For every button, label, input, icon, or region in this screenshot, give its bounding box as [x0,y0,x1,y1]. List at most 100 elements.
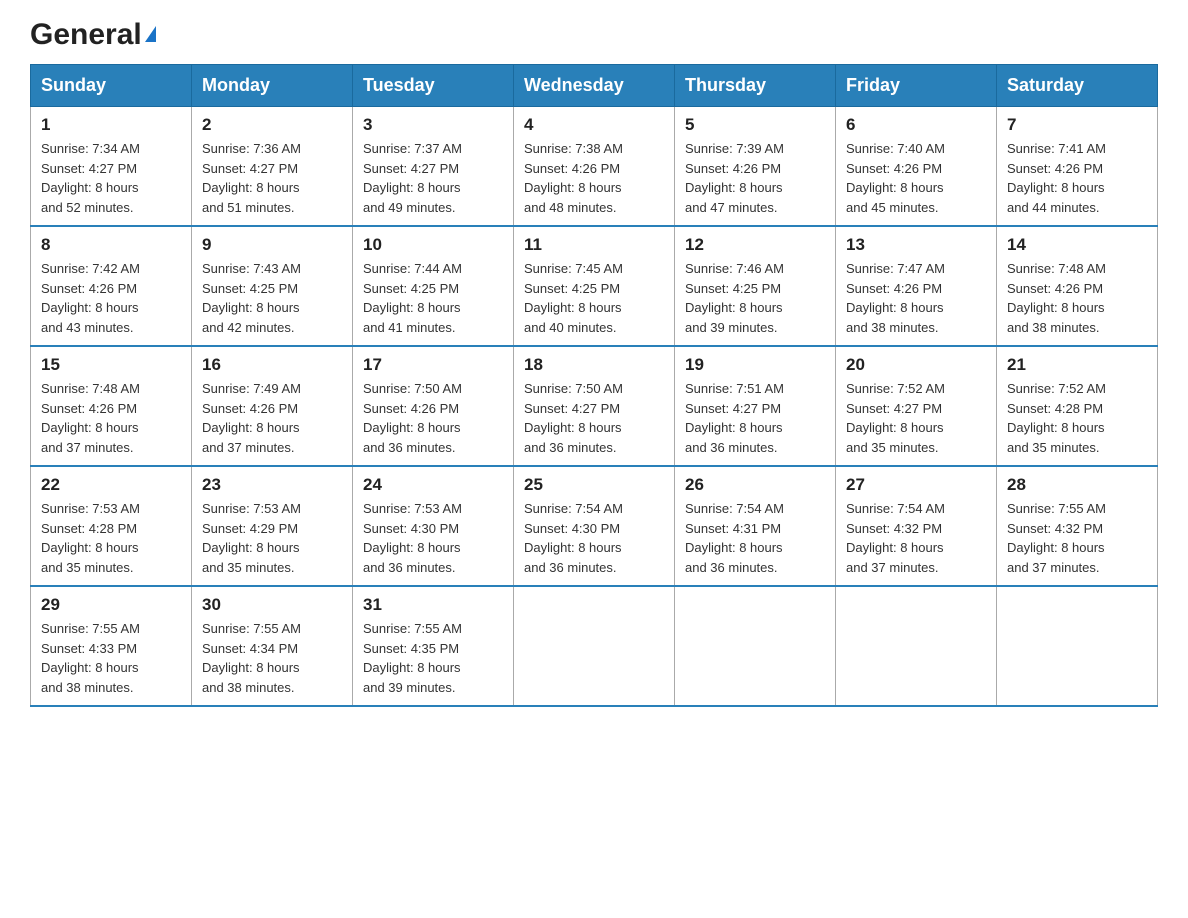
header-sunday: Sunday [31,65,192,107]
calendar-cell [675,586,836,706]
calendar-table: SundayMondayTuesdayWednesdayThursdayFrid… [30,64,1158,707]
day-number: 15 [41,355,181,375]
day-number: 5 [685,115,825,135]
day-number: 22 [41,475,181,495]
day-info: Sunrise: 7:38 AM Sunset: 4:26 PM Dayligh… [524,141,623,215]
day-info: Sunrise: 7:55 AM Sunset: 4:34 PM Dayligh… [202,621,301,695]
day-number: 19 [685,355,825,375]
calendar-cell: 5 Sunrise: 7:39 AM Sunset: 4:26 PM Dayli… [675,107,836,227]
calendar-cell: 17 Sunrise: 7:50 AM Sunset: 4:26 PM Dayl… [353,346,514,466]
day-info: Sunrise: 7:34 AM Sunset: 4:27 PM Dayligh… [41,141,140,215]
calendar-cell: 7 Sunrise: 7:41 AM Sunset: 4:26 PM Dayli… [997,107,1158,227]
calendar-cell [997,586,1158,706]
day-number: 13 [846,235,986,255]
calendar-cell: 27 Sunrise: 7:54 AM Sunset: 4:32 PM Dayl… [836,466,997,586]
calendar-cell: 14 Sunrise: 7:48 AM Sunset: 4:26 PM Dayl… [997,226,1158,346]
header: General [30,20,1158,46]
header-saturday: Saturday [997,65,1158,107]
calendar-week-row: 1 Sunrise: 7:34 AM Sunset: 4:27 PM Dayli… [31,107,1158,227]
calendar-cell: 12 Sunrise: 7:46 AM Sunset: 4:25 PM Dayl… [675,226,836,346]
calendar-cell: 3 Sunrise: 7:37 AM Sunset: 4:27 PM Dayli… [353,107,514,227]
day-number: 4 [524,115,664,135]
day-number: 1 [41,115,181,135]
day-number: 2 [202,115,342,135]
day-number: 27 [846,475,986,495]
calendar-cell: 29 Sunrise: 7:55 AM Sunset: 4:33 PM Dayl… [31,586,192,706]
day-number: 11 [524,235,664,255]
day-number: 16 [202,355,342,375]
day-info: Sunrise: 7:54 AM Sunset: 4:31 PM Dayligh… [685,501,784,575]
calendar-cell: 22 Sunrise: 7:53 AM Sunset: 4:28 PM Dayl… [31,466,192,586]
day-number: 30 [202,595,342,615]
calendar-week-row: 22 Sunrise: 7:53 AM Sunset: 4:28 PM Dayl… [31,466,1158,586]
day-info: Sunrise: 7:49 AM Sunset: 4:26 PM Dayligh… [202,381,301,455]
day-number: 20 [846,355,986,375]
day-info: Sunrise: 7:39 AM Sunset: 4:26 PM Dayligh… [685,141,784,215]
calendar-cell: 4 Sunrise: 7:38 AM Sunset: 4:26 PM Dayli… [514,107,675,227]
calendar-cell: 11 Sunrise: 7:45 AM Sunset: 4:25 PM Dayl… [514,226,675,346]
calendar-cell: 10 Sunrise: 7:44 AM Sunset: 4:25 PM Dayl… [353,226,514,346]
day-number: 24 [363,475,503,495]
calendar-cell: 2 Sunrise: 7:36 AM Sunset: 4:27 PM Dayli… [192,107,353,227]
day-number: 28 [1007,475,1147,495]
day-number: 3 [363,115,503,135]
day-number: 31 [363,595,503,615]
day-info: Sunrise: 7:48 AM Sunset: 4:26 PM Dayligh… [1007,261,1106,335]
calendar-cell: 16 Sunrise: 7:49 AM Sunset: 4:26 PM Dayl… [192,346,353,466]
calendar-cell [514,586,675,706]
day-info: Sunrise: 7:42 AM Sunset: 4:26 PM Dayligh… [41,261,140,335]
day-info: Sunrise: 7:55 AM Sunset: 4:32 PM Dayligh… [1007,501,1106,575]
calendar-cell: 30 Sunrise: 7:55 AM Sunset: 4:34 PM Dayl… [192,586,353,706]
day-number: 25 [524,475,664,495]
logo-triangle-icon [145,26,156,42]
day-number: 6 [846,115,986,135]
day-info: Sunrise: 7:37 AM Sunset: 4:27 PM Dayligh… [363,141,462,215]
calendar-cell: 15 Sunrise: 7:48 AM Sunset: 4:26 PM Dayl… [31,346,192,466]
calendar-cell: 24 Sunrise: 7:53 AM Sunset: 4:30 PM Dayl… [353,466,514,586]
calendar-cell: 28 Sunrise: 7:55 AM Sunset: 4:32 PM Dayl… [997,466,1158,586]
day-number: 9 [202,235,342,255]
day-number: 23 [202,475,342,495]
calendar-cell: 20 Sunrise: 7:52 AM Sunset: 4:27 PM Dayl… [836,346,997,466]
logo-general: General [30,20,142,50]
calendar-cell: 26 Sunrise: 7:54 AM Sunset: 4:31 PM Dayl… [675,466,836,586]
calendar-header-row: SundayMondayTuesdayWednesdayThursdayFrid… [31,65,1158,107]
day-info: Sunrise: 7:52 AM Sunset: 4:28 PM Dayligh… [1007,381,1106,455]
calendar-cell: 31 Sunrise: 7:55 AM Sunset: 4:35 PM Dayl… [353,586,514,706]
day-info: Sunrise: 7:46 AM Sunset: 4:25 PM Dayligh… [685,261,784,335]
calendar-cell: 13 Sunrise: 7:47 AM Sunset: 4:26 PM Dayl… [836,226,997,346]
calendar-week-row: 15 Sunrise: 7:48 AM Sunset: 4:26 PM Dayl… [31,346,1158,466]
logo: General [30,20,156,46]
day-number: 14 [1007,235,1147,255]
calendar-cell: 25 Sunrise: 7:54 AM Sunset: 4:30 PM Dayl… [514,466,675,586]
calendar-week-row: 8 Sunrise: 7:42 AM Sunset: 4:26 PM Dayli… [31,226,1158,346]
calendar-cell [836,586,997,706]
header-friday: Friday [836,65,997,107]
calendar-cell: 8 Sunrise: 7:42 AM Sunset: 4:26 PM Dayli… [31,226,192,346]
day-info: Sunrise: 7:45 AM Sunset: 4:25 PM Dayligh… [524,261,623,335]
day-info: Sunrise: 7:52 AM Sunset: 4:27 PM Dayligh… [846,381,945,455]
calendar-cell: 21 Sunrise: 7:52 AM Sunset: 4:28 PM Dayl… [997,346,1158,466]
header-monday: Monday [192,65,353,107]
day-number: 17 [363,355,503,375]
day-number: 29 [41,595,181,615]
day-info: Sunrise: 7:43 AM Sunset: 4:25 PM Dayligh… [202,261,301,335]
calendar-week-row: 29 Sunrise: 7:55 AM Sunset: 4:33 PM Dayl… [31,586,1158,706]
day-info: Sunrise: 7:55 AM Sunset: 4:33 PM Dayligh… [41,621,140,695]
day-info: Sunrise: 7:53 AM Sunset: 4:30 PM Dayligh… [363,501,462,575]
calendar-cell: 9 Sunrise: 7:43 AM Sunset: 4:25 PM Dayli… [192,226,353,346]
day-number: 8 [41,235,181,255]
day-number: 21 [1007,355,1147,375]
calendar-cell: 18 Sunrise: 7:50 AM Sunset: 4:27 PM Dayl… [514,346,675,466]
day-info: Sunrise: 7:53 AM Sunset: 4:28 PM Dayligh… [41,501,140,575]
header-wednesday: Wednesday [514,65,675,107]
day-info: Sunrise: 7:44 AM Sunset: 4:25 PM Dayligh… [363,261,462,335]
day-number: 7 [1007,115,1147,135]
day-info: Sunrise: 7:55 AM Sunset: 4:35 PM Dayligh… [363,621,462,695]
day-info: Sunrise: 7:48 AM Sunset: 4:26 PM Dayligh… [41,381,140,455]
day-number: 26 [685,475,825,495]
day-info: Sunrise: 7:47 AM Sunset: 4:26 PM Dayligh… [846,261,945,335]
day-number: 10 [363,235,503,255]
day-info: Sunrise: 7:40 AM Sunset: 4:26 PM Dayligh… [846,141,945,215]
day-info: Sunrise: 7:36 AM Sunset: 4:27 PM Dayligh… [202,141,301,215]
